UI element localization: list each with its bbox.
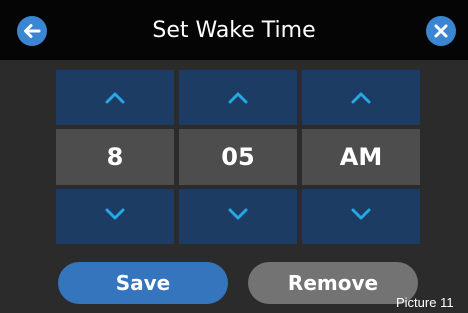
minute-decrement-button[interactable]	[179, 189, 297, 244]
chevron-down-icon	[228, 208, 248, 220]
hour-decrement-button[interactable]	[56, 189, 174, 244]
hour-value: 8	[56, 129, 174, 185]
period-increment-button[interactable]	[302, 70, 420, 125]
header-bar: Set Wake Time	[0, 0, 468, 60]
picture-caption: Picture 11	[396, 295, 454, 310]
chevron-down-icon	[351, 208, 371, 220]
minute-value-text: 05	[221, 143, 255, 171]
close-icon	[434, 24, 448, 38]
hour-increment-button[interactable]	[56, 70, 174, 125]
hour-value-text: 8	[106, 143, 124, 171]
period-value-text: AM	[339, 143, 383, 171]
minute-increment-button[interactable]	[179, 70, 297, 125]
chevron-down-icon	[105, 208, 125, 220]
minute-column: 05	[179, 70, 297, 244]
period-column: AM	[302, 70, 420, 244]
chevron-up-icon	[351, 92, 371, 104]
period-value: AM	[302, 129, 420, 185]
remove-button[interactable]: Remove	[248, 262, 418, 304]
period-decrement-button[interactable]	[302, 189, 420, 244]
chevron-up-icon	[105, 92, 125, 104]
save-button[interactable]: Save	[58, 262, 228, 304]
minute-value: 05	[179, 129, 297, 185]
time-picker: 8 05 AM	[54, 70, 422, 244]
close-button[interactable]	[426, 16, 456, 46]
hour-column: 8	[56, 70, 174, 244]
chevron-up-icon	[228, 92, 248, 104]
page-title: Set Wake Time	[152, 18, 316, 43]
